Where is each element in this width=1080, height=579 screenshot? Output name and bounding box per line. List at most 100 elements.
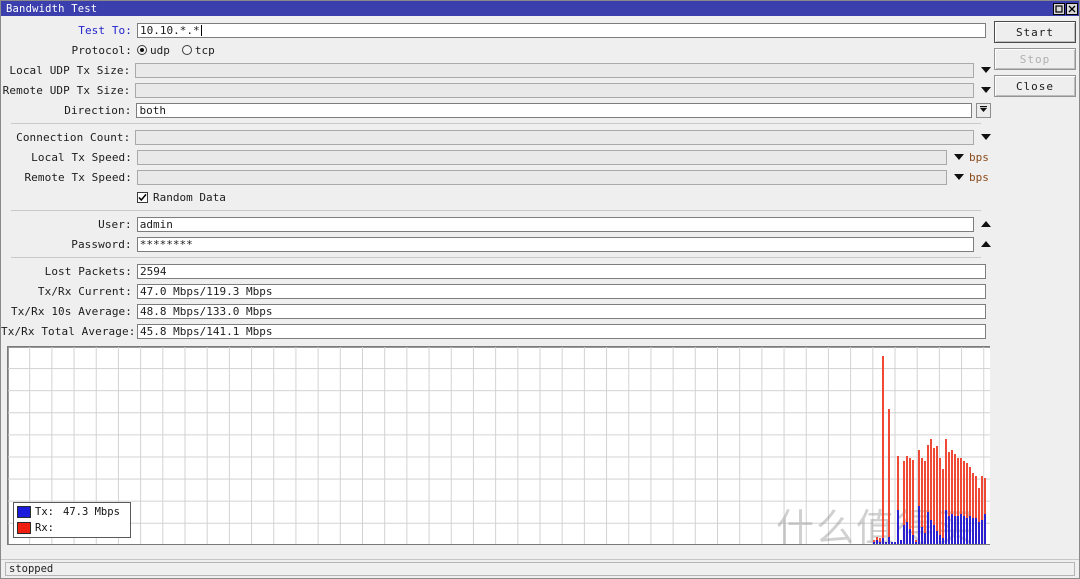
chart-bar-tx (930, 519, 932, 544)
chevron-up-icon[interactable] (981, 241, 991, 247)
chart-bar-tx (903, 525, 905, 544)
chart-bar-tx (951, 513, 953, 544)
local-udp-tx-size-input[interactable] (135, 62, 974, 78)
row-local-udp-tx-size: Local UDP Tx Size: (1, 60, 991, 80)
chart-bar-tx (894, 542, 896, 544)
rx-color-swatch (17, 522, 31, 534)
chart-bar-tx (909, 529, 911, 544)
lost-packets-label: Lost Packets: (44, 264, 132, 278)
chevron-down-icon[interactable] (981, 67, 991, 73)
row-remote-tx-speed: Remote Tx Speed: bps (1, 167, 991, 187)
chevron-down-icon[interactable] (954, 154, 964, 160)
status-text: stopped (5, 562, 1075, 576)
text-caret (200, 24, 202, 36)
chevron-up-icon[interactable] (981, 221, 991, 227)
lost-packets-value: 2594 (140, 264, 167, 278)
chart-bar-tx (936, 530, 938, 544)
chart-bar-tx (900, 540, 902, 544)
legend-tx-value: 47.3 Mbps (63, 506, 120, 518)
chart-bar-tx (897, 510, 899, 544)
chart-bar-tx (942, 538, 944, 544)
password-label: Password: (71, 237, 132, 251)
connection-count-label: Connection Count: (16, 130, 131, 144)
chart-bar-tx (888, 536, 890, 544)
user-label: User: (98, 217, 132, 231)
chart-bar-tx (915, 542, 917, 544)
maximize-button[interactable] (1053, 2, 1065, 15)
chart-bar-tx (945, 510, 947, 544)
test-to-label: Test To: (78, 23, 132, 37)
chart-bar-tx (927, 512, 929, 544)
chart-bar-tx (984, 513, 986, 544)
direction-input[interactable]: both (136, 102, 973, 118)
section-divider (11, 210, 981, 211)
maximize-icon (1055, 4, 1063, 13)
tx-rx-current-value: 47.0 Mbps/119.3 Mbps (140, 284, 273, 298)
chart-bar-rx (936, 446, 938, 544)
local-tx-speed-input[interactable] (137, 149, 947, 165)
connection-count-input[interactable] (135, 129, 974, 145)
stop-button[interactable]: Stop (994, 48, 1076, 70)
direction-dropdown-button[interactable] (976, 102, 992, 118)
test-to-input[interactable]: 10.10.*.* (137, 22, 986, 38)
row-direction: Direction: both (1, 100, 992, 120)
chart-bar-tx (948, 515, 950, 544)
protocol-radio-tcp[interactable]: tcp (181, 44, 215, 57)
chart-bar-rx (939, 457, 941, 544)
local-udp-tx-size-label: Local UDP Tx Size: (9, 63, 131, 77)
chart-bar-tx (921, 527, 923, 544)
remote-udp-tx-size-input[interactable] (135, 82, 974, 98)
chart-bar-tx (963, 515, 965, 544)
close-button[interactable] (1066, 2, 1078, 15)
chart-plot-area (8, 347, 990, 544)
row-connection-count: Connection Count: (1, 127, 991, 147)
remote-tx-speed-label: Remote Tx Speed: (24, 170, 132, 184)
legend-item-rx: Rx: (17, 521, 127, 535)
chart-bar-tx (957, 515, 959, 544)
chart-bar-rx (942, 468, 944, 544)
chart-bar-tx (882, 538, 884, 544)
row-user: User: admin (1, 214, 991, 234)
chart-bar-tx (960, 513, 962, 544)
user-input[interactable]: admin (136, 216, 974, 232)
form-column: Test To: 10.10.*.* Protocol: udp tcp Loc… (1, 16, 992, 559)
chart-bar-tx (981, 519, 983, 544)
legend-rx-name: Rx: (35, 522, 54, 534)
close-action-button[interactable]: Close (994, 75, 1076, 97)
protocol-udp-label: udp (150, 43, 170, 57)
row-tx-rx-current: Tx/Rx Current: 47.0 Mbps/119.3 Mbps (1, 281, 991, 301)
password-value: ******** (139, 237, 193, 251)
chart-bar-rx (882, 356, 884, 544)
direction-label: Direction: (64, 103, 132, 117)
chart-bar-rx (912, 459, 914, 544)
row-remote-udp-tx-size: Remote UDP Tx Size: (1, 80, 991, 100)
chart-bar-tx (969, 515, 971, 544)
chart-bar-tx (906, 521, 908, 544)
bandwidth-test-window: Bandwidth Test Test To: 10.10.*.* Protoc… (0, 0, 1080, 579)
protocol-radio-udp[interactable]: udp (137, 44, 170, 57)
chart-bar-tx (876, 540, 878, 544)
check-icon (138, 193, 147, 202)
remote-tx-speed-unit: bps (969, 170, 989, 184)
tx-color-swatch (17, 506, 31, 518)
random-data-checkbox[interactable] (137, 191, 148, 203)
tx-rx-10s-average-value-field: 48.8 Mbps/133.0 Mbps (137, 303, 986, 319)
chart-bar-tx (975, 517, 977, 544)
start-button[interactable]: Start (994, 21, 1076, 43)
password-input[interactable]: ******** (136, 236, 974, 252)
chevron-down-icon[interactable] (981, 134, 991, 140)
chart-bar-tx (918, 506, 920, 544)
remote-tx-speed-input[interactable] (137, 169, 947, 185)
row-lost-packets: Lost Packets: 2594 (1, 261, 991, 281)
tx-rx-total-average-label: Tx/Rx Total Average: (1, 324, 136, 338)
section-divider (11, 123, 981, 124)
chevron-down-icon[interactable] (981, 87, 991, 93)
lost-packets-value-field: 2594 (137, 263, 986, 279)
row-random-data: Random Data (1, 187, 991, 207)
chart-bar-tx (966, 517, 968, 544)
chart-bar-tx (873, 542, 875, 544)
tx-rx-10s-average-value: 48.8 Mbps/133.0 Mbps (140, 304, 273, 318)
chevron-down-icon[interactable] (954, 174, 964, 180)
legend-item-tx: Tx: 47.3 Mbps (17, 505, 127, 519)
window-body: Test To: 10.10.*.* Protocol: udp tcp Loc… (1, 16, 1079, 559)
